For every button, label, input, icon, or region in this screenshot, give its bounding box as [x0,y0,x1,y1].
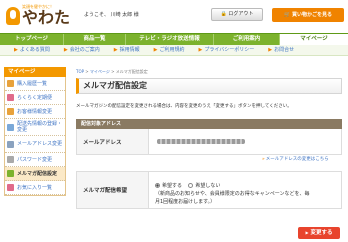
subscription-icon [7,94,14,101]
newsletter-icon [7,170,14,177]
subnav-item-terms[interactable]: ▶ ご利用規約 [154,45,185,55]
subnav-item-recruit[interactable]: ▶ 採用情報 [114,45,140,55]
email-row: メールアドレス [76,129,342,155]
submit-button[interactable]: 変更する [298,227,340,239]
user-icon [7,108,14,115]
option-no-label: 希望しない [195,183,221,189]
arrow-icon: ▶ [198,47,203,53]
history-icon [7,80,14,87]
sidebar-item-label: 購入履歴一覧 [17,80,48,87]
subnav-item-privacy[interactable]: ▶ プライバシーポリシー [199,45,255,55]
arrow-icon: ▶ [153,47,158,53]
mailmag-note-2: 月1回程度お届けします。） [155,199,216,205]
arrow-icon: ▶ [113,47,118,53]
breadcrumb-mypage[interactable]: マイページ [90,69,110,74]
section-heading: 配信対象アドレス [76,119,342,129]
sidebar-item-password[interactable]: パスワード変更 [5,153,65,167]
sidebar-item-subscription[interactable]: らくらく定期便 [5,91,65,105]
mailmag-yes-radio[interactable]: 希望する [155,183,182,189]
page-description: メールマガジンの配信設定を変更される場合は、内容を変更のうえ「変更する」ボタンを… [76,104,292,109]
sidebar-item-mailmag[interactable]: メルマガ配信設定 [5,167,65,181]
sidebar-title: マイページ [4,67,66,77]
key-icon [7,156,14,163]
subnav-item-faq[interactable]: ▶ よくある質問 [14,45,50,55]
sidebar-item-label: お気に入り一覧 [17,184,53,191]
truck-icon [7,123,14,131]
arrow-icon: ▶ [268,47,273,53]
sidebar-item-label: 配送先情報の登録・変更 [17,121,63,133]
logout-button[interactable]: 🔒 ログアウト [211,8,263,21]
global-nav: トップページ 商品一覧 テレビ・ラジオ放送情報 ご利用案内 マイページ [0,33,348,46]
arrow-icon: ▶ [14,47,18,53]
logo-text[interactable]: やわた [22,9,70,27]
sub-nav: ▶ よくある質問 ▶ 会社のご案内 ▶ 採用情報 ▶ ご利用規約 ▶ プライバシーポリシー… [0,45,348,56]
sidebar-item-profile[interactable]: お客様情報変更 [5,105,65,119]
sidebar-item-email-change[interactable]: メールアドレス変更 [5,136,65,153]
page-title: メルマガ配信設定 [76,78,342,94]
sidebar-item-label: メールアドレス変更 [17,141,63,147]
logout-label: ログアウト [228,11,254,17]
subnav-item-contact[interactable]: ▶ お問合せ [268,45,294,55]
logo-icon[interactable] [6,7,20,25]
sidebar-item-purchase-history[interactable]: 購入履歴一覧 [5,77,65,91]
email-value-masked [157,139,245,144]
breadcrumb: TOP > マイページ > メルマガ配信設定 [76,69,148,74]
sidebar-item-label: らくらく定期便 [17,94,53,101]
mailmag-note-1: （新商品のお知らせや、会員様限定のお得なキャンペーンなどを、毎 [155,191,310,197]
mailmag-no-radio[interactable]: 希望しない [188,183,220,189]
sidebar-item-shipping[interactable]: 配送先情報の登録・変更 [5,119,65,136]
site-header: 笑顔を健やかに！ やわた ようこそ、 川崎 太郎 様 🔒 ログアウト 🛒 買い物… [0,0,348,33]
mailmag-row: メルマガ配信希望 希望する 希望しない （新商品のお知らせや、会員様限定のお得な… [76,171,342,209]
breadcrumb-home[interactable]: TOP [76,69,84,74]
sidebar-item-label: パスワード変更 [17,156,53,163]
sidebar-item-label: お客様情報変更 [17,108,53,115]
greeting-text: ようこそ、 川崎 太郎 様 [84,12,139,18]
view-cart-label: 買い物かごを見る [291,12,332,18]
subnav-item-company[interactable]: ▶ 会社のご案内 [64,45,100,55]
change-email-link[interactable]: メールアドレスの変更はこちら [262,156,329,162]
sidebar-menu: 購入履歴一覧 らくらく定期便 お客様情報変更 配送先情報の登録・変更 メールアド… [4,77,66,196]
sidebar-item-label: メルマガ配信設定 [17,170,58,177]
mailmag-label: メルマガ配信希望 [77,172,149,208]
view-cart-button[interactable]: 🛒 買い物かごを見る [272,8,344,22]
breadcrumb-current: メルマガ配信設定 [115,69,148,74]
email-label: メールアドレス [77,129,149,154]
mail-icon [7,140,14,148]
option-yes-label: 希望する [162,183,183,189]
sidebar: マイページ 購入履歴一覧 らくらく定期便 お客様情報変更 配送先情報の登録・変更… [4,67,66,196]
heart-icon [7,184,14,191]
arrow-icon: ▶ [63,47,68,53]
sidebar-item-favorites[interactable]: お気に入り一覧 [5,181,65,195]
